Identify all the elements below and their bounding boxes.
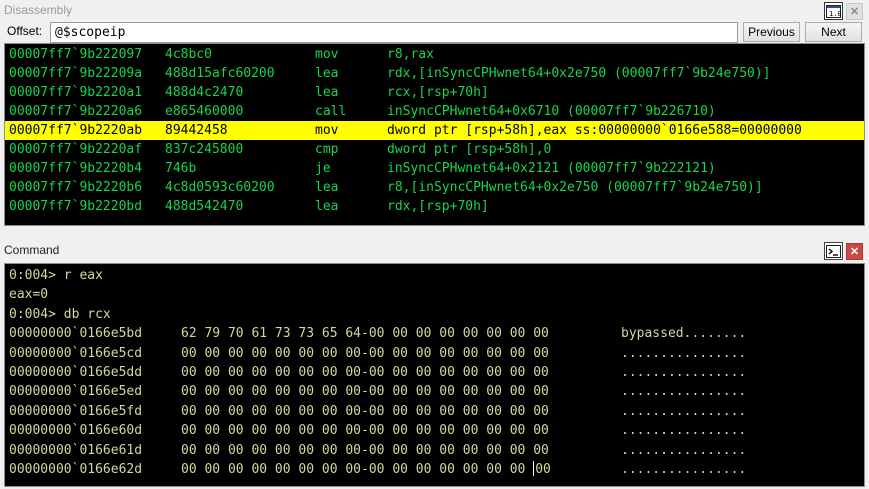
- offset-input[interactable]: @$scopeip: [50, 22, 738, 43]
- memory-row: 00000000`0166e5dd 00 00 00 00 00 00 00 00…: [5, 363, 864, 382]
- disasm-address: 00007ff7`9b2220a1: [9, 85, 143, 100]
- disasm-line[interactable]: 00007ff7`9b2220bd 488d542470 lea rdx,[rsp+7…: [5, 197, 864, 216]
- memory-hex: 00 00 00 00 00 00 00 00-00 00 00 00 00 0…: [181, 384, 549, 400]
- previous-button[interactable]: Previous: [743, 22, 800, 42]
- memory-hex-after-cursor: 00: [535, 461, 551, 477]
- memory-address: 00000000`0166e60d: [9, 423, 143, 439]
- memory-row: 00000000`0166e5bd 62 79 70 61 73 73 65 64…: [5, 324, 864, 343]
- close-icon: ✕: [849, 6, 860, 18]
- memory-row: 00000000`0166e5cd 00 00 00 00 00 00 00 00…: [5, 344, 864, 363]
- disasm-mnemonic: mov: [315, 47, 339, 62]
- disasm-mnemonic: lea: [315, 180, 339, 195]
- disasm-line[interactable]: 00007ff7`9b2220b4 746b je inSyncCPHwnet64+0…: [5, 159, 864, 178]
- disasm-operands: rdx,[inSyncCPHwnet64+0x2e750 (00007ff7`9…: [387, 66, 771, 81]
- memory-ascii: bypassed........: [621, 326, 747, 342]
- memory-hex: 00 00 00 00 00 00 00 00-00 00 00 00 00 0…: [181, 364, 549, 380]
- memory-hex-before-cursor: 00 00 00 00 00 00 00 00-00 00 00 00 00 0…: [181, 461, 534, 477]
- memory-ascii: ................: [621, 423, 747, 439]
- disasm-address: 00007ff7`9b2220b4: [9, 161, 143, 176]
- memory-address: 00000000`0166e61d: [9, 442, 143, 458]
- memory-address: 00000000`0166e5fd: [9, 403, 143, 419]
- next-button[interactable]: Next: [805, 22, 862, 42]
- disasm-line[interactable]: 00007ff7`9b22209a 488d15afc60200 lea rdx,[i…: [5, 64, 864, 83]
- disasm-operands: dword ptr [rsp+58h],eax ss:00000000`0166…: [387, 123, 802, 138]
- disasm-address: 00007ff7`9b22209a: [9, 66, 143, 81]
- command-output[interactable]: 0:004> r eax eax=0 0:004> db rcx 00000000`0…: [4, 263, 865, 487]
- memory-row: 00000000`0166e60d 00 00 00 00 00 00 00 00…: [5, 421, 864, 440]
- disasm-operands: dword ptr [rsp+58h],0: [387, 142, 552, 157]
- disasm-operands: r8,[inSyncCPHwnet64+0x2e750 (00007ff7`9b…: [387, 180, 763, 195]
- memory-address: 00000000`0166e62d: [9, 461, 143, 477]
- disasm-operands: rcx,[rsp+70h]: [387, 85, 489, 100]
- disasm-operands: inSyncCPHwnet64+0x6710 (00007ff7`9b22671…: [387, 104, 716, 119]
- command-line: 0:004> db rcx: [9, 306, 111, 322]
- disasm-bytes: e865460000: [165, 104, 244, 119]
- memory-address: 00000000`0166e5bd: [9, 326, 143, 342]
- memory-row: 00000000`0166e62d 00 00 00 00 00 00 00 00…: [5, 460, 864, 479]
- disasm-mnemonic: lea: [315, 199, 339, 214]
- memory-hex: 00 00 00 00 00 00 00 00-00 00 00 00 00 0…: [181, 442, 549, 458]
- disasm-mnemonic: lea: [315, 66, 339, 81]
- disasm-address: 00007ff7`9b2220af: [9, 142, 143, 157]
- offset-label: Offset:: [7, 24, 43, 38]
- memory-address: 00000000`0166e5dd: [9, 364, 143, 380]
- command-prompt-icon[interactable]: [824, 242, 843, 260]
- disasm-bytes: 488d15afc60200: [165, 66, 275, 81]
- memory-hex: 00 00 00 00 00 00 00 00-00 00 00 00 00 0…: [181, 345, 549, 361]
- memory-row: 00000000`0166e5ed 00 00 00 00 00 00 00 00…: [5, 382, 864, 401]
- disasm-address: 00007ff7`9b2220ab: [9, 123, 143, 138]
- disasm-mnemonic: lea: [315, 85, 339, 100]
- command-line: 0:004> r eax: [9, 268, 103, 283]
- disasm-bytes: 488d4c2470: [165, 85, 244, 100]
- disasm-operands: rdx,[rsp+70h]: [387, 199, 489, 214]
- disasm-line[interactable]: 00007ff7`9b2220b6 4c8d0593c60200 lea r8,[in…: [5, 178, 864, 197]
- command-line: eax=0: [9, 287, 49, 303]
- disasm-mnemonic: mov: [315, 123, 339, 138]
- disassembly-view[interactable]: 00007ff7`9b222097 4c8bc0 mov r8,rax 00007ff7…: [4, 43, 865, 226]
- memory-hex: 00 00 00 00 00 00 00 00-00 00 00 00 00 0…: [181, 460, 621, 479]
- disasm-operands: r8,rax: [387, 47, 434, 62]
- memory-ascii: ................: [621, 384, 747, 400]
- disasm-line[interactable]: 00007ff7`9b2220a1 488d4c2470 lea rcx,[rsp+7…: [5, 83, 864, 102]
- disasm-bytes: 837c245800: [165, 142, 244, 157]
- source-window-icon[interactable]: 1.0: [824, 2, 843, 20]
- disassembly-close-button[interactable]: ✕: [846, 3, 863, 20]
- disasm-bytes: 488d542470: [165, 199, 244, 214]
- memory-row: 00000000`0166e61d 00 00 00 00 00 00 00 00…: [5, 441, 864, 460]
- disasm-address: 00007ff7`9b2220a6: [9, 104, 143, 119]
- offset-bar: Offset: @$scopeip Previous Next: [0, 21, 869, 43]
- disasm-bytes: 4c8bc0: [165, 47, 212, 62]
- disasm-line[interactable]: 00007ff7`9b222097 4c8bc0 mov r8,rax: [5, 45, 864, 64]
- disasm-address: 00007ff7`9b222097: [9, 47, 143, 62]
- command-title: Command: [4, 243, 60, 257]
- disasm-mnemonic: cmp: [315, 142, 339, 157]
- memory-ascii: ................: [621, 442, 747, 458]
- command-close-button[interactable]: ✕: [846, 243, 863, 260]
- disasm-line-current[interactable]: 00007ff7`9b2220ab 89442458 mov dword ptr [r…: [5, 121, 864, 140]
- memory-hex: 62 79 70 61 73 73 65 64-00 00 00 00 00 0…: [181, 326, 549, 342]
- memory-address: 00000000`0166e5ed: [9, 384, 143, 400]
- disasm-mnemonic: je: [315, 161, 331, 176]
- disasm-operands: inSyncCPHwnet64+0x2121 (00007ff7`9b22212…: [387, 161, 716, 176]
- disasm-address: 00007ff7`9b2220b6: [9, 180, 143, 195]
- memory-address: 00000000`0166e5cd: [9, 345, 143, 361]
- disasm-line[interactable]: 00007ff7`9b2220a6 e865460000 call inSyncCPH…: [5, 102, 864, 121]
- disasm-mnemonic: call: [315, 104, 347, 119]
- disassembly-title: Disassembly: [4, 3, 73, 17]
- memory-ascii: ................: [621, 461, 747, 477]
- memory-hex: 00 00 00 00 00 00 00 00-00 00 00 00 00 0…: [181, 423, 549, 439]
- memory-row: 00000000`0166e5fd 00 00 00 00 00 00 00 00…: [5, 402, 864, 421]
- svg-text:1.0: 1.0: [829, 10, 841, 18]
- memory-ascii: ................: [621, 364, 747, 380]
- memory-ascii: ................: [621, 403, 747, 419]
- memory-hex: 00 00 00 00 00 00 00 00-00 00 00 00 00 0…: [181, 403, 549, 419]
- disasm-address: 00007ff7`9b2220bd: [9, 199, 143, 214]
- disasm-bytes: 746b: [165, 161, 197, 176]
- disasm-bytes: 89442458: [165, 123, 228, 138]
- memory-ascii: ................: [621, 345, 747, 361]
- close-icon: ✕: [849, 246, 860, 258]
- disasm-line[interactable]: 00007ff7`9b2220af 837c245800 cmp dword ptr …: [5, 140, 864, 159]
- disasm-bytes: 4c8d0593c60200: [165, 180, 275, 195]
